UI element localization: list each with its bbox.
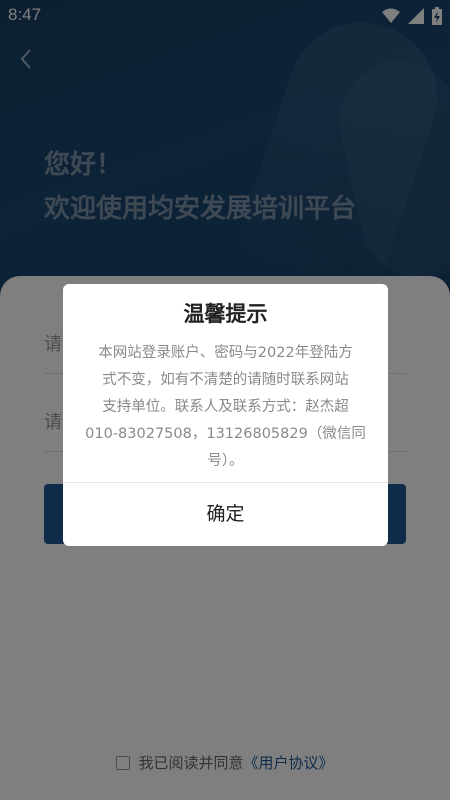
dialog-message-line: 010-83027508，13126805829（微信同	[85, 426, 366, 442]
confirm-button[interactable]: 确定	[63, 483, 388, 546]
notice-dialog: 温馨提示 本网站登录账户、密码与2022年登陆方 式不变，如有不清楚的请随时联系…	[63, 284, 388, 546]
screen: 8:47 您好！ 欢迎使用均安发展培训平台 请 请 我已阅读并同意《	[0, 0, 450, 800]
dialog-title: 温馨提示	[183, 302, 268, 326]
dialog-message: 本网站登录账户、密码与2022年登陆方 式不变，如有不清楚的请随时联系网站 支持…	[81, 340, 370, 475]
dialog-message-line: 号）。	[207, 453, 244, 469]
dialog-message-line: 式不变，如有不清楚的请随时联系网站	[102, 372, 349, 388]
dialog-message-line: 本网站登录账户、密码与2022年登陆方	[98, 345, 353, 361]
dialog-message-line: 支持单位。联系人及联系方式：赵杰超	[102, 399, 349, 415]
